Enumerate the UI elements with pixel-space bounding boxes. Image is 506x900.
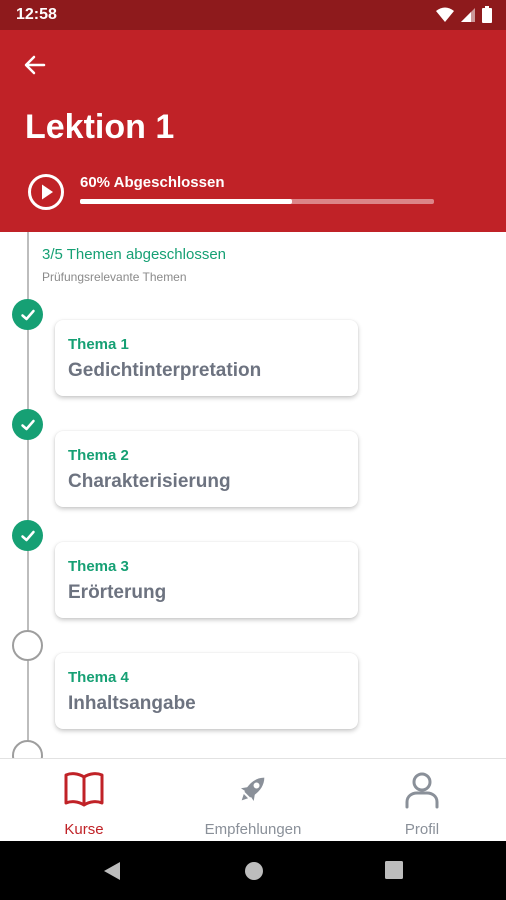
wifi-icon [436, 7, 454, 22]
page-title: Lektion 1 [25, 108, 175, 146]
status-time: 12:58 [16, 6, 57, 23]
arrow-left-icon [24, 55, 46, 75]
topic-title: Inhaltsangabe [68, 693, 196, 714]
lesson-header: Lektion 1 60% Abgeschlossen [0, 30, 506, 232]
recents-square-icon[interactable] [384, 860, 404, 880]
topic-status-complete [12, 520, 43, 551]
progress-fill [80, 199, 293, 204]
topic-title: Gedichtinterpretation [68, 360, 262, 381]
bottom-navigation: Kurse Empfehlungen Profil [0, 758, 506, 841]
topic-label: Thema 4 [68, 669, 129, 686]
check-icon [20, 419, 35, 430]
topic-status-open [12, 630, 43, 661]
nav-label: Kurse [64, 821, 104, 838]
check-icon [20, 530, 35, 541]
home-circle-icon[interactable] [243, 860, 265, 882]
book-icon [64, 772, 104, 807]
back-button[interactable] [20, 50, 50, 80]
topic-card-4[interactable]: Thema 4 Inhaltsangabe [55, 653, 358, 729]
topic-label: Thema 2 [68, 447, 129, 464]
nav-label: Profil [404, 821, 440, 838]
status-icons [436, 6, 492, 23]
progress-label: 60% Abgeschlossen [80, 174, 225, 191]
topic-label: Thema 1 [68, 336, 129, 353]
nav-item-empfehlungen[interactable]: Empfehlungen [169, 759, 337, 842]
person-icon [405, 772, 439, 809]
topic-label: Thema 3 [68, 558, 129, 575]
topics-subtitle: Prüfungsrelevante Themen [42, 270, 187, 284]
topics-list[interactable]: 3/5 Themen abgeschlossen Prüfungsrelevan… [0, 232, 506, 758]
topic-card-1[interactable]: Thema 1 Gedichtinterpretation [55, 320, 358, 396]
system-navigation-bar [0, 841, 506, 900]
nav-item-profil[interactable]: Profil [338, 759, 506, 842]
play-button[interactable] [27, 173, 65, 211]
topic-title: Erörterung [68, 582, 167, 603]
topic-status-open [12, 740, 43, 758]
nav-label: Empfehlungen [204, 821, 302, 838]
topic-status-complete [12, 409, 43, 440]
topic-status-complete [12, 299, 43, 330]
topics-count: 3/5 Themen abgeschlossen [42, 246, 227, 263]
rocket-icon [240, 777, 265, 802]
back-triangle-icon[interactable] [102, 860, 122, 882]
topic-card-3[interactable]: Thema 3 Erörterung [55, 542, 358, 618]
progress-bar [80, 199, 434, 204]
topic-title: Charakterisierung [68, 471, 231, 492]
battery-icon [482, 6, 492, 23]
topic-card-2[interactable]: Thema 2 Charakterisierung [55, 431, 358, 507]
signal-icon [461, 7, 475, 22]
nav-item-kurse[interactable]: Kurse [0, 759, 168, 842]
status-bar: 12:58 [0, 0, 506, 30]
check-icon [20, 309, 35, 320]
